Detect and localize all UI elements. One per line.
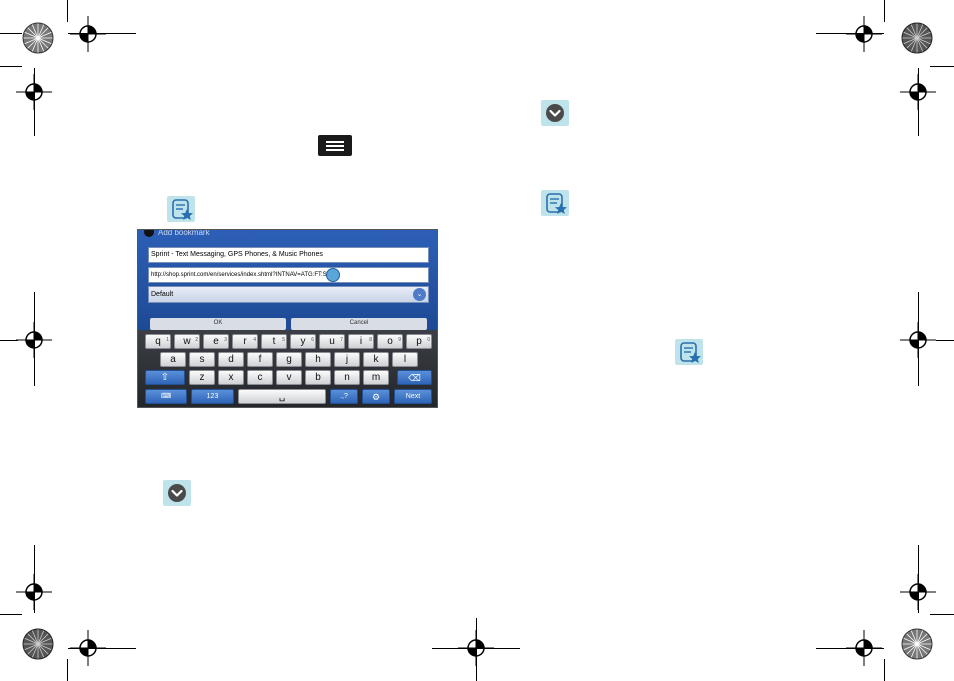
key-q[interactable]: q1 bbox=[145, 334, 171, 349]
folder-select[interactable]: Default ⌄ bbox=[148, 286, 429, 303]
chevron-down-icon: ⌄ bbox=[413, 288, 426, 301]
key-m[interactable]: m bbox=[363, 370, 389, 385]
gear-icon[interactable]: ⚙ bbox=[362, 389, 390, 404]
shift-key[interactable]: ⇧ bbox=[145, 370, 185, 385]
registration-mark-icon bbox=[70, 630, 106, 666]
bookmark-star-icon bbox=[675, 339, 703, 365]
rosette-mark-icon bbox=[901, 22, 933, 54]
key-u[interactable]: u7 bbox=[319, 334, 345, 349]
key-k[interactable]: k bbox=[363, 352, 389, 367]
key-s[interactable]: s bbox=[189, 352, 215, 367]
key-y[interactable]: y6 bbox=[290, 334, 316, 349]
key-c[interactable]: c bbox=[247, 370, 273, 385]
rosette-mark-icon bbox=[22, 22, 54, 54]
phone-screenshot: Add bookmark Sprint - Text Messaging, GP… bbox=[137, 229, 438, 408]
key-h[interactable]: h bbox=[305, 352, 331, 367]
key-j[interactable]: j bbox=[334, 352, 360, 367]
keyboard: q1 w2 e3 r4 t5 y6 u7 i8 o9 p0 a s d f g … bbox=[138, 330, 437, 407]
key-i[interactable]: i8 bbox=[348, 334, 374, 349]
bookmark-url-field[interactable]: http://shop.sprint.com/en/services/index… bbox=[148, 267, 429, 283]
ok-button[interactable]: OK bbox=[150, 318, 286, 330]
registration-mark-icon bbox=[70, 16, 106, 52]
key-b[interactable]: b bbox=[305, 370, 331, 385]
backspace-key[interactable]: ⌫ bbox=[397, 370, 432, 385]
registration-mark-icon bbox=[846, 630, 882, 666]
chevron-down-icon bbox=[163, 480, 191, 506]
bookmark-star-icon bbox=[541, 190, 569, 216]
rosette-mark-icon bbox=[22, 628, 54, 660]
key-t[interactable]: t5 bbox=[261, 334, 287, 349]
key-l[interactable]: l bbox=[392, 352, 418, 367]
key-z[interactable]: z bbox=[189, 370, 215, 385]
text-cursor-handle[interactable] bbox=[326, 268, 340, 282]
registration-mark-icon bbox=[16, 322, 52, 358]
registration-mark-icon bbox=[900, 574, 936, 610]
numbers-key[interactable]: 123 bbox=[191, 389, 234, 404]
space-key[interactable]: ␣ bbox=[238, 389, 326, 404]
registration-mark-icon bbox=[458, 630, 494, 666]
key-x[interactable]: x bbox=[218, 370, 244, 385]
next-key[interactable]: Next bbox=[394, 389, 432, 404]
key-f[interactable]: f bbox=[247, 352, 273, 367]
cancel-button[interactable]: Cancel bbox=[291, 318, 427, 330]
registration-mark-icon bbox=[900, 74, 936, 110]
bookmark-icon bbox=[144, 230, 154, 237]
chevron-down-icon bbox=[541, 100, 569, 126]
menu-key-icon bbox=[318, 135, 352, 156]
registration-mark-icon bbox=[900, 322, 936, 358]
registration-mark-icon bbox=[846, 16, 882, 52]
key-n[interactable]: n bbox=[334, 370, 360, 385]
key-g[interactable]: g bbox=[276, 352, 302, 367]
folder-select-value: Default bbox=[151, 291, 174, 298]
key-d[interactable]: d bbox=[218, 352, 244, 367]
bookmark-name-field[interactable]: Sprint - Text Messaging, GPS Phones, & M… bbox=[148, 247, 429, 263]
key-o[interactable]: o9 bbox=[377, 334, 403, 349]
registration-mark-icon bbox=[16, 74, 52, 110]
add-bookmark-dialog: Add bookmark Sprint - Text Messaging, GP… bbox=[138, 229, 437, 330]
key-v[interactable]: v bbox=[276, 370, 302, 385]
key-p[interactable]: p0 bbox=[406, 334, 432, 349]
key-a[interactable]: a bbox=[160, 352, 186, 367]
key-r[interactable]: r4 bbox=[232, 334, 258, 349]
dialog-title: Add bookmark bbox=[158, 229, 210, 237]
keyboard-settings-key[interactable]: ⌨ bbox=[145, 389, 187, 404]
rosette-mark-icon bbox=[901, 628, 933, 660]
registration-mark-icon bbox=[16, 574, 52, 610]
bookmark-star-icon bbox=[167, 196, 195, 222]
key-w[interactable]: w2 bbox=[174, 334, 200, 349]
key-e[interactable]: e3 bbox=[203, 334, 229, 349]
symbols-key[interactable]: .,? bbox=[330, 389, 358, 404]
